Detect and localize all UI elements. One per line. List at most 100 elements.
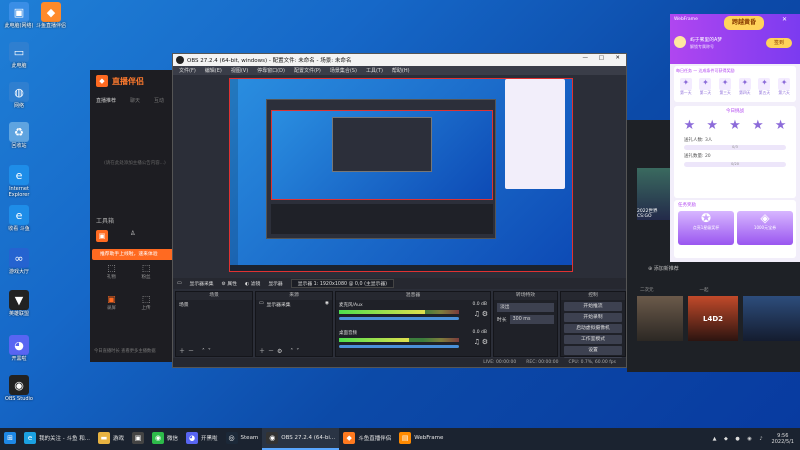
menu-item[interactable]: 文件(F) xyxy=(179,67,196,74)
taskbar-item[interactable]: ▣ xyxy=(128,428,148,450)
scene-controls[interactable]: ＋－ ˄˅ xyxy=(179,346,214,355)
app-icon: ◆ xyxy=(41,2,61,22)
live-status: LIVE: 00:00:00 xyxy=(483,360,517,365)
properties-button[interactable]: ⚙ 属性 xyxy=(222,280,237,287)
tool-button[interactable]: ⬚ 粉丝 xyxy=(141,264,150,280)
desktop-icon-label: 收看 斗鱼 xyxy=(8,226,30,232)
ie-icon: e xyxy=(9,165,29,185)
day-card[interactable]: ✦ 第二天 xyxy=(699,78,712,96)
monitor-icon: ▭ xyxy=(177,281,182,286)
menu-item[interactable]: 帮助(H) xyxy=(392,67,410,74)
tool-label: 录屏 xyxy=(106,306,116,311)
reward-coupon-card[interactable]: ◈ 1000元宝券 xyxy=(737,211,793,245)
scenes-dock: 场景 场景 ＋－ ˄˅ xyxy=(175,291,253,357)
desktop-icon[interactable]: ▼ 英雄联盟 xyxy=(2,290,36,318)
control-button[interactable]: 开始录制 xyxy=(564,313,622,322)
reward-trophy-card[interactable]: ✪ 点亮1星级奖杯 xyxy=(678,211,734,245)
control-button[interactable]: 工作室模式 xyxy=(564,335,622,344)
desktop-icon[interactable]: e 收看 斗鱼 xyxy=(2,205,36,233)
hint-text: 推荐助手上线啦，速来体验 xyxy=(100,252,158,257)
speaker-icon[interactable]: ♫ xyxy=(474,310,480,318)
duration-input[interactable]: 300 ms xyxy=(509,315,554,324)
desktop-icon[interactable]: ♻ 回收站 xyxy=(2,122,36,150)
desktop-icon[interactable]: ▭ 此电脑 xyxy=(2,42,36,70)
taskbar-item[interactable]: ⊞ xyxy=(0,428,20,450)
channel-name: 麦克风/Aux xyxy=(339,303,363,308)
speaker-icon[interactable]: ♫ xyxy=(474,338,480,346)
day-card[interactable]: ✦ 第三天 xyxy=(719,78,732,96)
live-tab[interactable]: 聊天 xyxy=(130,97,140,104)
taskbar-item[interactable]: ◎ Steam xyxy=(222,428,263,450)
desktop-icon-label: 斗鱼直播伴侣 xyxy=(35,23,66,29)
close-icon[interactable]: ✕ xyxy=(615,55,620,61)
tool-button[interactable]: ⬚ 上传 xyxy=(141,295,150,311)
taskbar-item[interactable]: ◉ 微信 xyxy=(148,428,182,450)
menu-item[interactable]: 视图(V) xyxy=(231,67,248,74)
computer-icon: ▭ xyxy=(9,42,29,62)
add-recommend-label[interactable]: ⊕ 添加新推荐 xyxy=(648,265,679,272)
transition-select[interactable]: 淡出 xyxy=(497,303,554,312)
menu-item[interactable]: 编辑(E) xyxy=(205,67,222,74)
taskbar-item[interactable]: ◕ 开黑啦 xyxy=(182,428,222,450)
gift-tool-button[interactable]: ▣ xyxy=(96,230,116,244)
footer-text: 今日直播时长 查看更多主播数据 xyxy=(94,349,156,354)
desktop-icon[interactable]: ◕ 开黑啦 xyxy=(2,335,36,363)
taskbar-item[interactable]: ◆ 斗鱼直播伴侣 xyxy=(339,428,395,450)
tool-button[interactable]: ⬚ 礼物 xyxy=(107,264,116,280)
desktop-icon[interactable]: ◆ 斗鱼直播伴侣 xyxy=(34,2,68,30)
eye-icon[interactable]: ◉ xyxy=(325,301,329,308)
menu-item[interactable]: 配置文件(P) xyxy=(294,67,321,74)
source-controls[interactable]: ＋－⚙ ˄˅ xyxy=(259,346,302,355)
menu-item[interactable]: 工具(T) xyxy=(366,67,383,74)
day-card[interactable]: ✦ 第一天 xyxy=(679,78,692,96)
taskbar-label: 我的关注 - 斗鱼 和... xyxy=(39,436,90,442)
gift-icon: ✦ xyxy=(719,78,732,90)
menu-item[interactable]: 场景集合(S) xyxy=(330,67,357,74)
desktop-icon[interactable]: e Internet Explorer xyxy=(2,165,36,198)
gear-icon[interactable]: ⚙ xyxy=(482,310,488,318)
desktop-icon[interactable]: ◍ 网络 xyxy=(2,82,36,110)
transitions-dock: 转场特效 淡出 时长 300 ms xyxy=(493,291,558,357)
volume-slider[interactable] xyxy=(339,317,459,320)
fans-tool-icon[interactable]: ♙ xyxy=(130,230,135,237)
game-thumb-left4dead[interactable]: L4D2 xyxy=(688,296,738,341)
volume-slider[interactable] xyxy=(339,345,459,348)
desktop-icon[interactable]: ▣ 此电脑(网络) xyxy=(2,2,36,30)
desktop-icon-label: 开黑啦 xyxy=(11,356,27,362)
taskbar-item[interactable]: ▬ 游戏 xyxy=(94,428,128,450)
taskbar-item[interactable]: e 我的关注 - 斗鱼 和... xyxy=(20,428,94,450)
close-icon[interactable]: ✕ xyxy=(782,16,787,23)
display-select[interactable]: 显示器 1: 1920x1080 @ 0,0 (主显示器) xyxy=(290,279,395,288)
source-item[interactable]: ▭ 显示器采集 ◉ xyxy=(256,300,332,309)
tray-icons[interactable]: ▲ ◆ ● ◉ ♪ xyxy=(713,436,766,442)
live-tab[interactable]: 互动 xyxy=(154,97,164,104)
desktop-icon[interactable]: ∞ 游戏大厅 xyxy=(2,248,36,276)
desktop-icon[interactable]: ◉ OBS Studio xyxy=(2,375,36,403)
taskbar-label: Steam xyxy=(240,435,259,441)
control-button[interactable]: 开始推流 xyxy=(564,302,622,311)
live-tab[interactable]: 直播推荐 xyxy=(96,97,116,104)
day-card[interactable]: ✦ 第五天 xyxy=(758,78,771,96)
clock-date[interactable]: 2022/5/1 xyxy=(772,439,794,446)
filters-button[interactable]: ◐ 滤镜 xyxy=(245,280,260,287)
menu-item[interactable]: 停靠窗口(D) xyxy=(257,67,285,74)
control-button[interactable]: 设置 xyxy=(564,346,622,355)
scene-item[interactable]: 场景 xyxy=(176,300,252,309)
game-thumb-3[interactable] xyxy=(743,296,800,341)
checkin-button[interactable]: 签到 xyxy=(766,38,792,48)
preview-canvas[interactable] xyxy=(229,78,573,272)
minimize-icon[interactable]: — xyxy=(583,55,589,61)
maximize-icon[interactable]: □ xyxy=(599,55,604,61)
discord-icon: ◕ xyxy=(9,335,29,355)
day-card[interactable]: ✦ 第六天 xyxy=(778,78,791,96)
gear-icon[interactable]: ⚙ xyxy=(482,338,488,346)
tool-button[interactable]: ▣ 录屏 xyxy=(107,295,116,311)
kook-icon: ◕ xyxy=(186,432,199,444)
recycle-bin-icon: ♻ xyxy=(9,122,29,142)
gift-icon: ✦ xyxy=(679,78,692,90)
control-button[interactable]: 启动虚拟摄像机 xyxy=(564,324,622,333)
game-thumb-1[interactable] xyxy=(637,296,683,341)
taskbar-item[interactable]: ▤ WebFrame xyxy=(395,428,447,450)
taskbar-item[interactable]: ◉ OBS 27.2.4 (64-bi... xyxy=(262,428,340,450)
day-card[interactable]: ✦ 第四天 xyxy=(738,78,751,96)
